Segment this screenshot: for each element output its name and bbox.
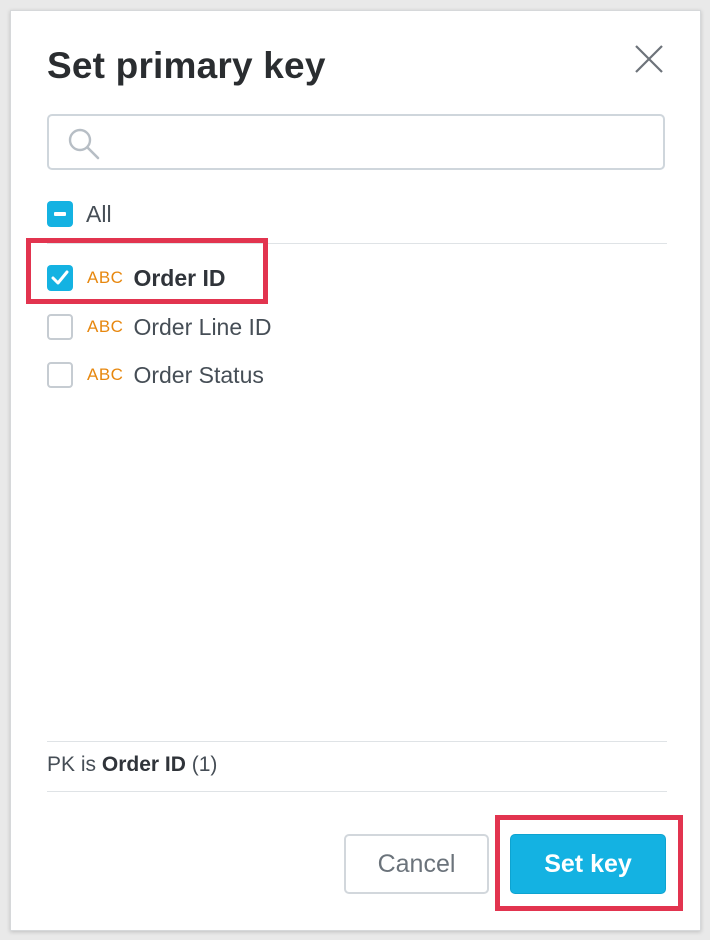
set-key-button[interactable]: Set key xyxy=(510,834,666,894)
list-item-order-status[interactable]: ABC Order Status xyxy=(47,359,264,391)
select-all-checkbox[interactable] xyxy=(47,201,73,227)
type-badge: ABC xyxy=(87,268,124,287)
item-label: Order Line ID xyxy=(133,313,272,340)
type-badge: ABC xyxy=(87,317,124,336)
list-item-order-line-id[interactable]: ABC Order Line ID xyxy=(47,311,272,343)
close-button[interactable] xyxy=(631,41,667,77)
order-status-checkbox[interactable] xyxy=(47,362,73,388)
select-all-label: All xyxy=(86,200,112,227)
search-field[interactable] xyxy=(47,114,665,170)
dialog-title: Set primary key xyxy=(47,45,326,86)
summary-count: (1) xyxy=(191,753,218,776)
search-icon xyxy=(68,128,100,160)
footer-divider-bottom xyxy=(47,791,667,792)
list-item-order-id[interactable]: ABC Order ID xyxy=(47,262,226,294)
set-primary-key-dialog: Set primary key All ABC Order ID ABC Ord… xyxy=(10,10,701,931)
cancel-button[interactable]: Cancel xyxy=(344,834,489,894)
checkmark-icon xyxy=(51,270,69,285)
select-all-row[interactable]: All xyxy=(47,199,112,229)
order-line-id-checkbox[interactable] xyxy=(47,314,73,340)
summary-selected: Order ID xyxy=(101,753,186,776)
item-label: Order ID xyxy=(133,264,226,291)
summary-prefix: PK is xyxy=(47,753,97,776)
order-id-checkbox[interactable] xyxy=(47,265,73,291)
footer-divider-top xyxy=(47,741,667,742)
item-label: Order Status xyxy=(133,361,264,388)
close-icon xyxy=(635,45,663,73)
search-input[interactable] xyxy=(115,124,649,162)
primary-key-summary: PK is Order ID (1) xyxy=(47,753,217,777)
type-badge: ABC xyxy=(87,365,124,384)
list-divider xyxy=(47,243,667,244)
